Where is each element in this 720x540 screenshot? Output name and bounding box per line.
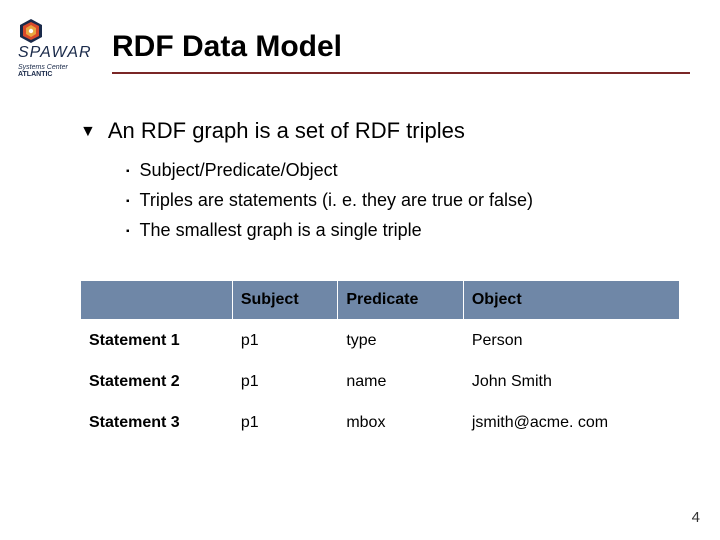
table-row: Statement 1 p1 type Person [81, 321, 680, 362]
table-cell: p1 [232, 362, 337, 403]
table-cell: Person [463, 321, 679, 362]
sub-bullet: ▪ The smallest graph is a single triple [126, 220, 660, 244]
table-row: Statement 3 p1 mbox jsmith@acme. com [81, 403, 680, 444]
table-cell: p1 [232, 403, 337, 444]
row-label-cell: Statement 2 [81, 362, 233, 403]
row-label-cell: Statement 3 [81, 403, 233, 444]
table-cell: p1 [232, 321, 337, 362]
table-cell: jsmith@acme. com [463, 403, 679, 444]
logo-sub-text-2: ATLANTIC [18, 71, 103, 78]
table-cell: John Smith [463, 362, 679, 403]
row-label-cell: Statement 1 [81, 321, 233, 362]
sub-bullet-text: Triples are statements (i. e. they are t… [140, 190, 534, 211]
logo-main-text: SPAWAR [18, 44, 92, 61]
page-number: 4 [692, 509, 700, 526]
table-header-row: Subject Predicate Object [81, 281, 680, 321]
main-bullet: ▼ An RDF graph is a set of RDF triples [80, 118, 660, 146]
sub-bullet: ▪ Subject/Predicate/Object [126, 160, 660, 184]
table-header-cell [81, 281, 233, 321]
slide-title: RDF Data Model [112, 30, 690, 64]
sub-bullet-text: The smallest graph is a single triple [140, 220, 422, 241]
square-bullet-icon: ▪ [126, 160, 130, 184]
table-cell: name [338, 362, 464, 403]
down-triangle-icon: ▼ [80, 118, 96, 146]
table-cell: mbox [338, 403, 464, 444]
header: RDF Data Model [112, 30, 690, 74]
table-header-cell: Subject [232, 281, 337, 321]
logo-sub-text-1: Systems Center [18, 64, 103, 71]
table-row: Statement 2 p1 name John Smith [81, 362, 680, 403]
table-cell: type [338, 321, 464, 362]
square-bullet-icon: ▪ [126, 220, 130, 244]
rdf-triples-table: Subject Predicate Object Statement 1 p1 … [80, 280, 680, 445]
sub-bullet: ▪ Triples are statements (i. e. they are… [126, 190, 660, 214]
logo-block: SPAWAR Systems Center ATLANTIC [18, 18, 103, 78]
table-header-cell: Object [463, 281, 679, 321]
sub-bullet-text: Subject/Predicate/Object [140, 160, 338, 181]
main-bullet-text: An RDF graph is a set of RDF triples [108, 118, 465, 144]
content-area: ▼ An RDF graph is a set of RDF triples ▪… [80, 118, 660, 445]
table-header-cell: Predicate [338, 281, 464, 321]
square-bullet-icon: ▪ [126, 190, 130, 214]
